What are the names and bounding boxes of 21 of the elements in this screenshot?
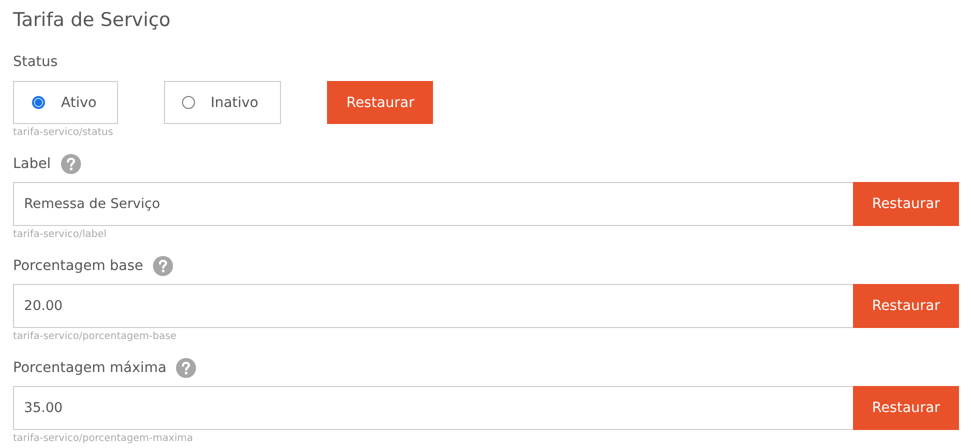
field-label: Porcentagem máxima bbox=[13, 359, 166, 377]
help-icon[interactable] bbox=[153, 256, 174, 276]
field-label: Porcentagem base bbox=[13, 257, 144, 275]
restore-button[interactable]: Restaurar bbox=[327, 81, 434, 124]
restore-button[interactable]: Restaurar bbox=[853, 182, 959, 226]
restore-button[interactable]: Restaurar bbox=[853, 386, 959, 430]
field-path-hint: tarifa-servico/porcentagem-maxima bbox=[13, 432, 194, 446]
input-field[interactable]: 20.00 bbox=[13, 284, 853, 328]
field-path-hint: tarifa-servico/status bbox=[13, 126, 114, 140]
radio-option[interactable]: Ativo bbox=[13, 81, 118, 124]
input-field[interactable]: Remessa de Serviço bbox=[13, 182, 853, 226]
field-path-hint: tarifa-servico/porcentagem-base bbox=[13, 330, 178, 344]
field-label: Label bbox=[13, 155, 51, 173]
field-label: Status bbox=[13, 53, 58, 71]
input-field[interactable]: 35.00 bbox=[13, 386, 853, 430]
field-path-hint: tarifa-servico/label bbox=[13, 228, 108, 242]
help-icon[interactable] bbox=[176, 358, 196, 378]
restore-button[interactable]: Restaurar bbox=[853, 284, 959, 328]
radio-option[interactable]: Inativo bbox=[164, 81, 282, 124]
help-icon[interactable] bbox=[60, 154, 81, 174]
section-title: Tarifa de Serviço bbox=[13, 8, 172, 32]
